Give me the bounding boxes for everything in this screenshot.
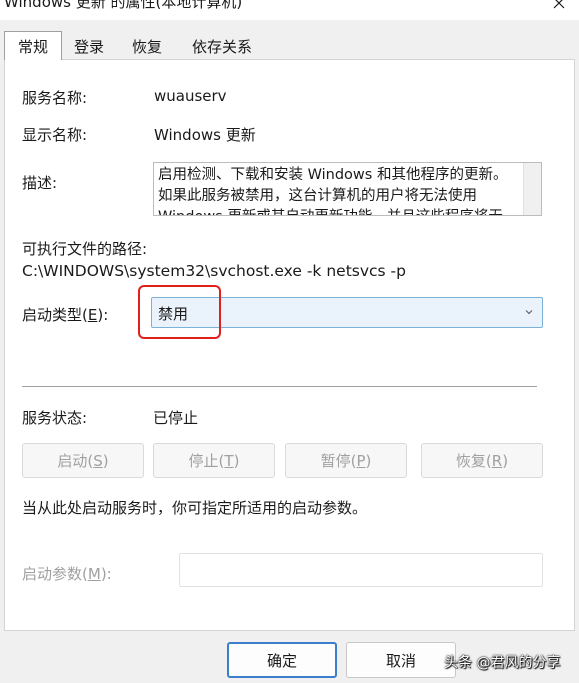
start-params-input[interactable] (179, 553, 543, 587)
cancel-button[interactable]: 取消 (346, 642, 456, 678)
service-status-label: 服务状态: (22, 409, 88, 427)
annotation-highlight (138, 285, 221, 339)
tab-bar: 常规 登录 恢复 依存关系 (0, 31, 579, 60)
resume-button[interactable]: 恢复(R) (421, 443, 543, 478)
ok-button[interactable]: 确定 (227, 642, 337, 678)
service-name-value: wuauserv (154, 87, 227, 105)
cancel-label: 取消 (385, 651, 416, 670)
tab-dependencies[interactable]: 依存关系 (182, 33, 262, 59)
path-value: C:\WINDOWS\system32\svchost.exe -k netsv… (22, 262, 406, 280)
title-bar: Windows 更新 的属性(本地计算机) (0, 0, 579, 20)
close-icon (553, 0, 565, 9)
description-text: 启用检测、下载和安装 Windows 和其他程序的更新。如果此服务被禁用，这台计… (158, 167, 508, 215)
tab-label: 登录 (73, 37, 104, 56)
tab-label: 常规 (17, 37, 48, 56)
stop-button[interactable]: 停止(T) (153, 443, 275, 478)
start-params-label: 启动参数(M): (22, 565, 112, 583)
description-scrollbar[interactable] (523, 163, 541, 215)
watermark: 头条 @君风的分享 (444, 655, 561, 671)
service-name-label: 服务名称: (22, 89, 88, 107)
service-status-value: 已停止 (153, 409, 199, 427)
start-params-hint: 当从此处启动服务时，你可指定所适用的启动参数。 (22, 499, 368, 517)
chevron-down-icon (525, 310, 533, 315)
description-box[interactable]: 启用检测、下载和安装 Windows 和其他程序的更新。如果此服务被禁用，这台计… (153, 162, 542, 216)
tab-recovery[interactable]: 恢复 (120, 33, 174, 59)
ok-label: 确定 (266, 651, 297, 670)
tab-label: 依存关系 (191, 37, 252, 56)
general-panel (4, 59, 575, 631)
pause-button[interactable]: 暂停(P) (285, 443, 407, 478)
divider (22, 386, 537, 387)
tab-general[interactable]: 常规 (4, 31, 62, 60)
description-label: 描述: (22, 174, 58, 192)
startup-type-label: 启动类型(E): (22, 306, 109, 324)
start-button[interactable]: 启动(S) (22, 443, 144, 478)
window-title: Windows 更新 的属性(本地计算机) (4, 0, 243, 11)
tab-logon[interactable]: 登录 (62, 33, 116, 59)
path-label: 可执行文件的路径: (22, 240, 148, 258)
tab-label: 恢复 (131, 37, 162, 56)
display-name-label: 显示名称: (22, 126, 88, 144)
close-button[interactable] (539, 0, 579, 20)
display-name-value: Windows 更新 (154, 126, 256, 144)
